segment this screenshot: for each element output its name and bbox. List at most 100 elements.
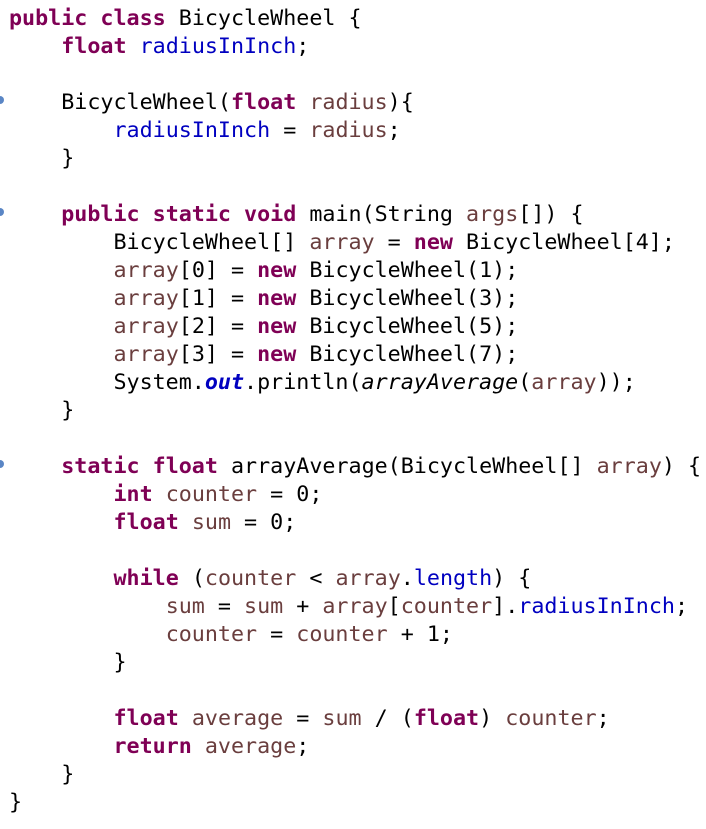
variable-token: array <box>113 342 179 367</box>
code-text: } <box>9 650 127 675</box>
code-text: = <box>270 118 310 143</box>
code-line[interactable]: } <box>9 789 701 817</box>
code-text: [1] = <box>178 286 258 311</box>
variable-token: array <box>113 258 179 283</box>
code-text: < <box>296 566 336 591</box>
code-text: = 0; <box>231 510 297 535</box>
variable-token: array <box>113 286 179 311</box>
code-line[interactable]: array[2] = new BicycleWheel(5); <box>9 313 701 341</box>
code-text: ) { <box>492 566 532 591</box>
code-line[interactable]: array[0] = new BicycleWheel(1); <box>9 257 701 285</box>
code-line[interactable]: BicycleWheel[] array = new BicycleWheel[… <box>9 229 701 257</box>
code-line[interactable] <box>9 425 701 453</box>
code-line[interactable]: } <box>9 145 701 173</box>
code-line[interactable]: } <box>9 761 701 789</box>
keyword-token: new <box>257 342 297 367</box>
variable-token: sum <box>165 594 205 619</box>
code-text: ) <box>479 706 506 731</box>
keyword-token: float <box>152 454 218 479</box>
source-code[interactable]: public class BicycleWheel { float radius… <box>9 5 701 817</box>
code-line[interactable] <box>9 677 701 705</box>
code-line[interactable]: public class BicycleWheel { <box>9 5 701 33</box>
variable-token: array <box>322 594 388 619</box>
code-line[interactable]: while (counter < array.length) { <box>9 565 701 593</box>
variable-token: counter <box>296 622 388 647</box>
code-text: = <box>283 706 323 731</box>
code-text: ( <box>518 370 532 395</box>
code-text: . <box>400 566 414 591</box>
code-line[interactable]: sum = sum + array[counter].radiusInInch; <box>9 593 701 621</box>
keyword-token: new <box>257 314 297 339</box>
code-line[interactable] <box>9 537 701 565</box>
code-line[interactable]: int counter = 0; <box>9 481 701 509</box>
code-line[interactable]: float average = sum / (float) counter; <box>9 705 701 733</box>
keyword-token: float <box>113 706 179 731</box>
field-token: radiusInInch <box>139 34 297 59</box>
code-text: BicycleWheel(7); <box>296 342 519 367</box>
code-text: = 0; <box>257 482 323 507</box>
code-line[interactable]: float sum = 0; <box>9 509 701 537</box>
editor-gutter <box>0 0 8 829</box>
variable-token: array <box>596 454 662 479</box>
keyword-token: new <box>257 258 297 283</box>
code-line[interactable]: array[3] = new BicycleWheel(7); <box>9 341 701 369</box>
code-text: [3] = <box>178 342 258 367</box>
code-text: ) { <box>661 454 702 479</box>
variable-token: radius <box>309 118 388 143</box>
code-text: ){ <box>387 90 414 115</box>
code-line[interactable]: radiusInInch = radius; <box>9 117 701 145</box>
keyword-token: static <box>61 454 140 479</box>
code-text: } <box>9 790 23 815</box>
code-line[interactable]: array[1] = new BicycleWheel(3); <box>9 285 701 313</box>
code-line[interactable]: System.out.println(arrayAverage(array)); <box>9 369 701 397</box>
code-text: [2] = <box>178 314 258 339</box>
variable-token: counter <box>204 566 297 591</box>
keyword-token: static <box>152 202 231 227</box>
field-token: radiusInInch <box>113 118 271 143</box>
keyword-token: return <box>113 734 192 759</box>
variable-token: counter <box>165 622 258 647</box>
code-text: } <box>9 398 75 423</box>
code-editor[interactable]: public class BicycleWheel { float radius… <box>0 0 706 829</box>
code-text: ; <box>296 734 310 759</box>
keyword-token: new <box>257 286 297 311</box>
variable-token: counter <box>400 594 493 619</box>
code-line[interactable]: public static void main(String args[]) { <box>9 201 701 229</box>
code-text: / ( <box>361 706 414 731</box>
keyword-token: public <box>61 202 140 227</box>
keyword-token: class <box>100 6 166 31</box>
code-text: )); <box>596 370 636 395</box>
code-line[interactable]: } <box>9 397 701 425</box>
code-line[interactable]: float radiusInInch; <box>9 33 701 61</box>
keyword-token: float <box>113 510 179 535</box>
keyword-token: int <box>113 482 153 507</box>
code-text: ]. <box>492 594 519 619</box>
variable-token: array <box>113 314 179 339</box>
code-line[interactable]: BicycleWheel(float radius){ <box>9 89 701 117</box>
code-line[interactable]: } <box>9 649 701 677</box>
code-text: BicycleWheel[4]; <box>452 230 675 255</box>
code-text: ; <box>296 34 310 59</box>
keyword-token: while <box>113 566 179 591</box>
code-text: .println( <box>244 370 362 395</box>
code-line[interactable]: return average; <box>9 733 701 761</box>
code-line[interactable] <box>9 173 701 201</box>
field-token: radiusInInch <box>518 594 675 619</box>
variable-token: array <box>309 230 375 255</box>
code-line[interactable]: static float arrayAverage(BicycleWheel[]… <box>9 453 701 481</box>
code-text: ; <box>387 118 401 143</box>
code-line[interactable]: counter = counter + 1; <box>9 621 701 649</box>
code-line[interactable] <box>9 61 701 89</box>
variable-token: sum <box>244 594 284 619</box>
